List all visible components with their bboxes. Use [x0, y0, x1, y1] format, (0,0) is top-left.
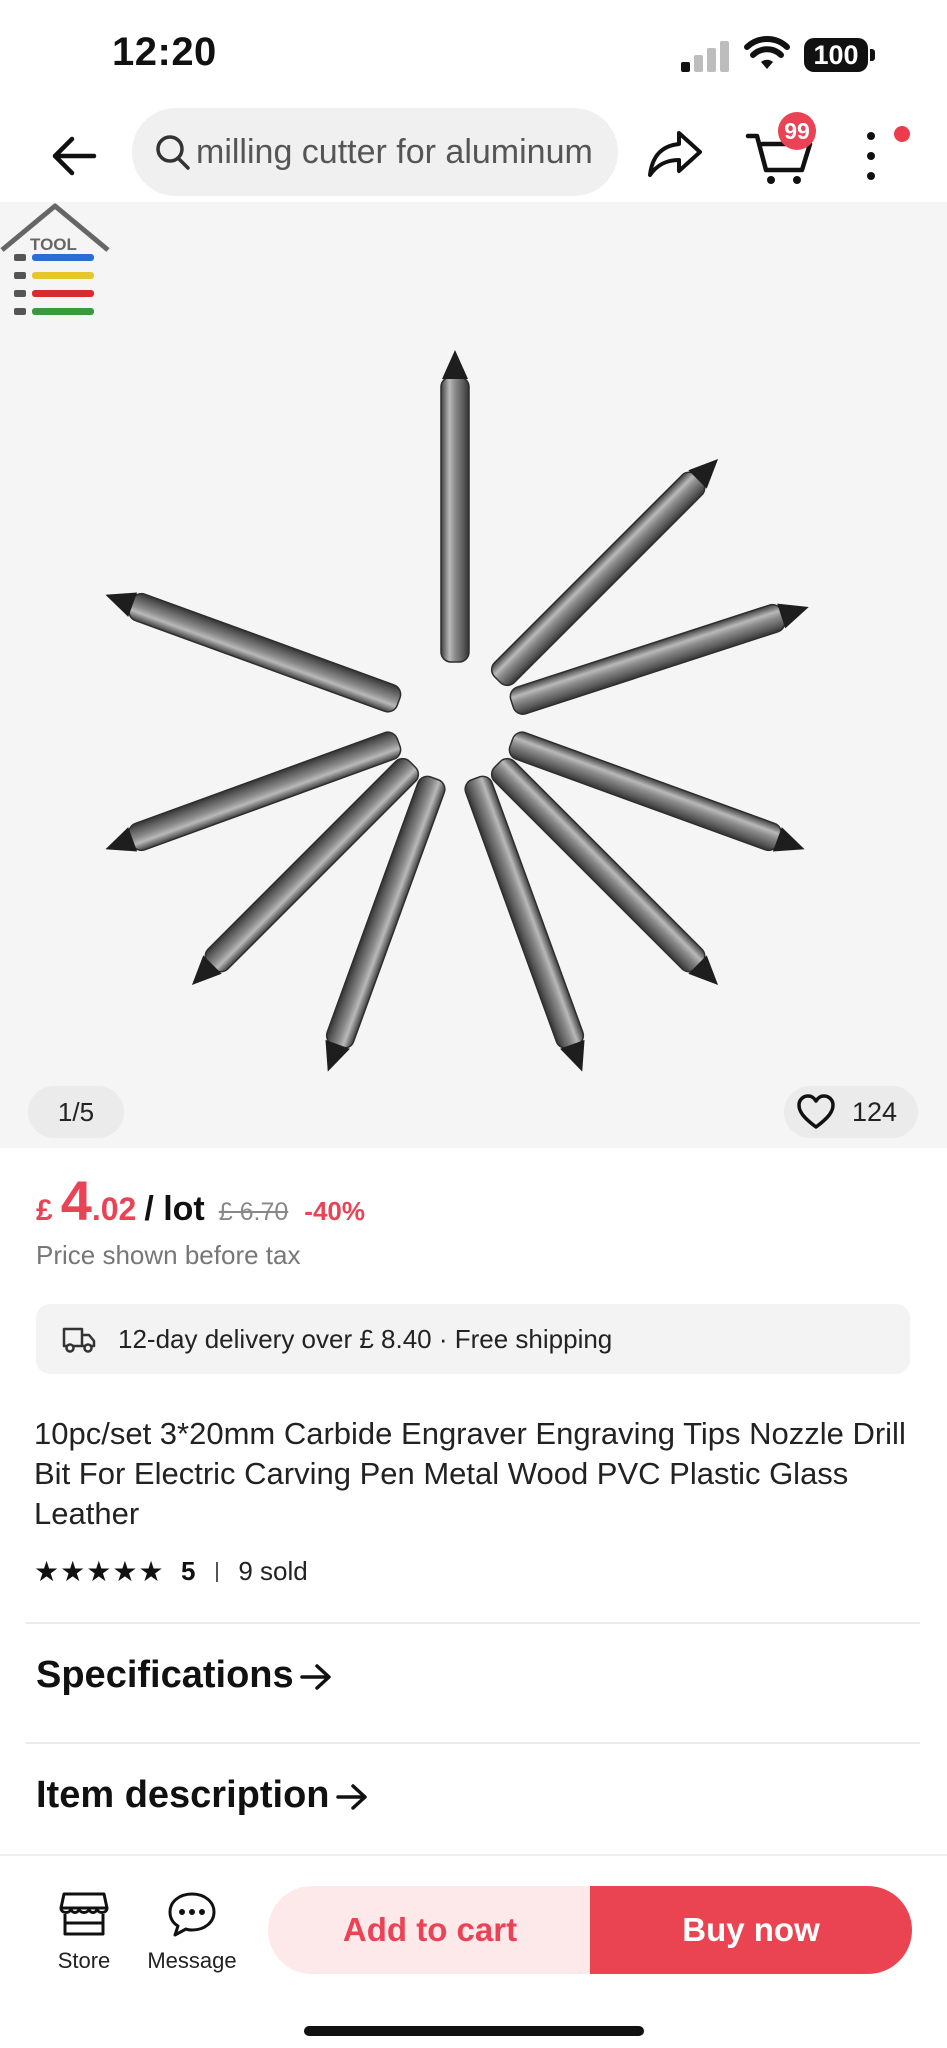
rating-row[interactable]: ★★★★★ 5 9 sold: [34, 1556, 308, 1586]
store-icon: [59, 1892, 109, 1936]
divider: [26, 1742, 920, 1744]
specifications-link[interactable]: Specifications: [36, 1654, 334, 1697]
original-price: £ 6.70: [218, 1198, 289, 1226]
engraving-bit: [508, 731, 805, 852]
rating-stars: ★★★★★: [34, 1555, 165, 1587]
price-currency: £: [36, 1194, 53, 1227]
specifications-label: Specifications: [36, 1654, 294, 1696]
cellular-signal-icon: [681, 41, 729, 72]
add-to-cart-button[interactable]: Add to cart: [268, 1886, 592, 1974]
product-image: [105, 350, 809, 1072]
star-icon: ★: [34, 1555, 60, 1587]
message-icon: [168, 1892, 216, 1937]
price-decimal: .02: [91, 1191, 137, 1227]
engraving-bit: [105, 592, 402, 713]
engraving-bit: [440, 350, 470, 663]
search-input[interactable]: milling cutter for aluminum: [132, 108, 618, 196]
delivery-info[interactable]: 12-day delivery over £ 8.40 · Free shipp…: [36, 1304, 910, 1374]
battery-level: 100: [804, 38, 868, 72]
product-title: 10pc/set 3*20mm Carbide Engraver Engravi…: [34, 1416, 906, 1531]
engraving-bit: [325, 775, 446, 1072]
notification-dot: [894, 126, 910, 142]
buy-now-button[interactable]: Buy now: [590, 1886, 912, 1974]
arrow-right-icon: [335, 1784, 367, 1810]
price-unit: / lot: [144, 1190, 205, 1228]
status-time: 12:20: [112, 30, 217, 74]
back-arrow-icon[interactable]: [46, 128, 102, 184]
wishlist-count: 124: [852, 1097, 898, 1127]
sold-count: 9 sold: [238, 1556, 308, 1586]
battery-icon: 100: [804, 38, 876, 72]
item-description-label: Item description: [36, 1774, 330, 1816]
price-integer: 4: [60, 1169, 92, 1232]
star-icon: ★: [112, 1555, 138, 1587]
wishlist-button[interactable]: 124: [784, 1086, 918, 1138]
store-label: Store: [57, 1948, 111, 1973]
divider: [26, 1622, 920, 1624]
rating-value: 5: [181, 1556, 196, 1586]
arrow-right-icon: [299, 1664, 331, 1690]
home-indicator: [304, 2026, 644, 2036]
engraving-bit: [464, 775, 585, 1072]
bottom-action-bar: Store Message Add to cart Buy now: [0, 1854, 947, 2048]
message-label: Message: [147, 1948, 237, 1973]
image-page-indicator: 1/5: [28, 1086, 124, 1138]
delivery-text: 12-day delivery over £ 8.40 · Free shipp…: [118, 1324, 613, 1354]
more-options-icon[interactable]: [856, 128, 886, 184]
search-query-text: milling cutter for aluminum: [196, 133, 593, 171]
store-button[interactable]: Store: [46, 1890, 122, 1980]
cart-count-badge: 99: [778, 112, 816, 150]
star-icon: ★: [86, 1555, 112, 1587]
heart-icon: [797, 1094, 835, 1129]
truck-icon: [62, 1327, 96, 1353]
rating-separator: [215, 1561, 218, 1582]
product-image-gallery[interactable]: TOOL 1/5 124: [0, 202, 947, 1148]
engraving-bit: [105, 731, 402, 852]
wifi-icon: [744, 36, 790, 69]
tax-note: Price shown before tax: [36, 1240, 301, 1270]
store-logo-text: TOOL: [30, 235, 77, 254]
item-description-link[interactable]: Item description: [36, 1774, 370, 1817]
store-logo: TOOL: [0, 203, 110, 315]
status-bar: 12:20 100: [0, 0, 947, 108]
message-button[interactable]: Message: [138, 1890, 246, 1980]
star-icon: ★: [138, 1555, 164, 1587]
discount-badge: -40%: [304, 1196, 365, 1226]
share-icon[interactable]: [646, 128, 704, 180]
price-row: £4.02/ lot £ 6.70 -40%: [36, 1168, 365, 1238]
star-icon: ★: [60, 1555, 86, 1587]
search-icon: [156, 135, 190, 170]
